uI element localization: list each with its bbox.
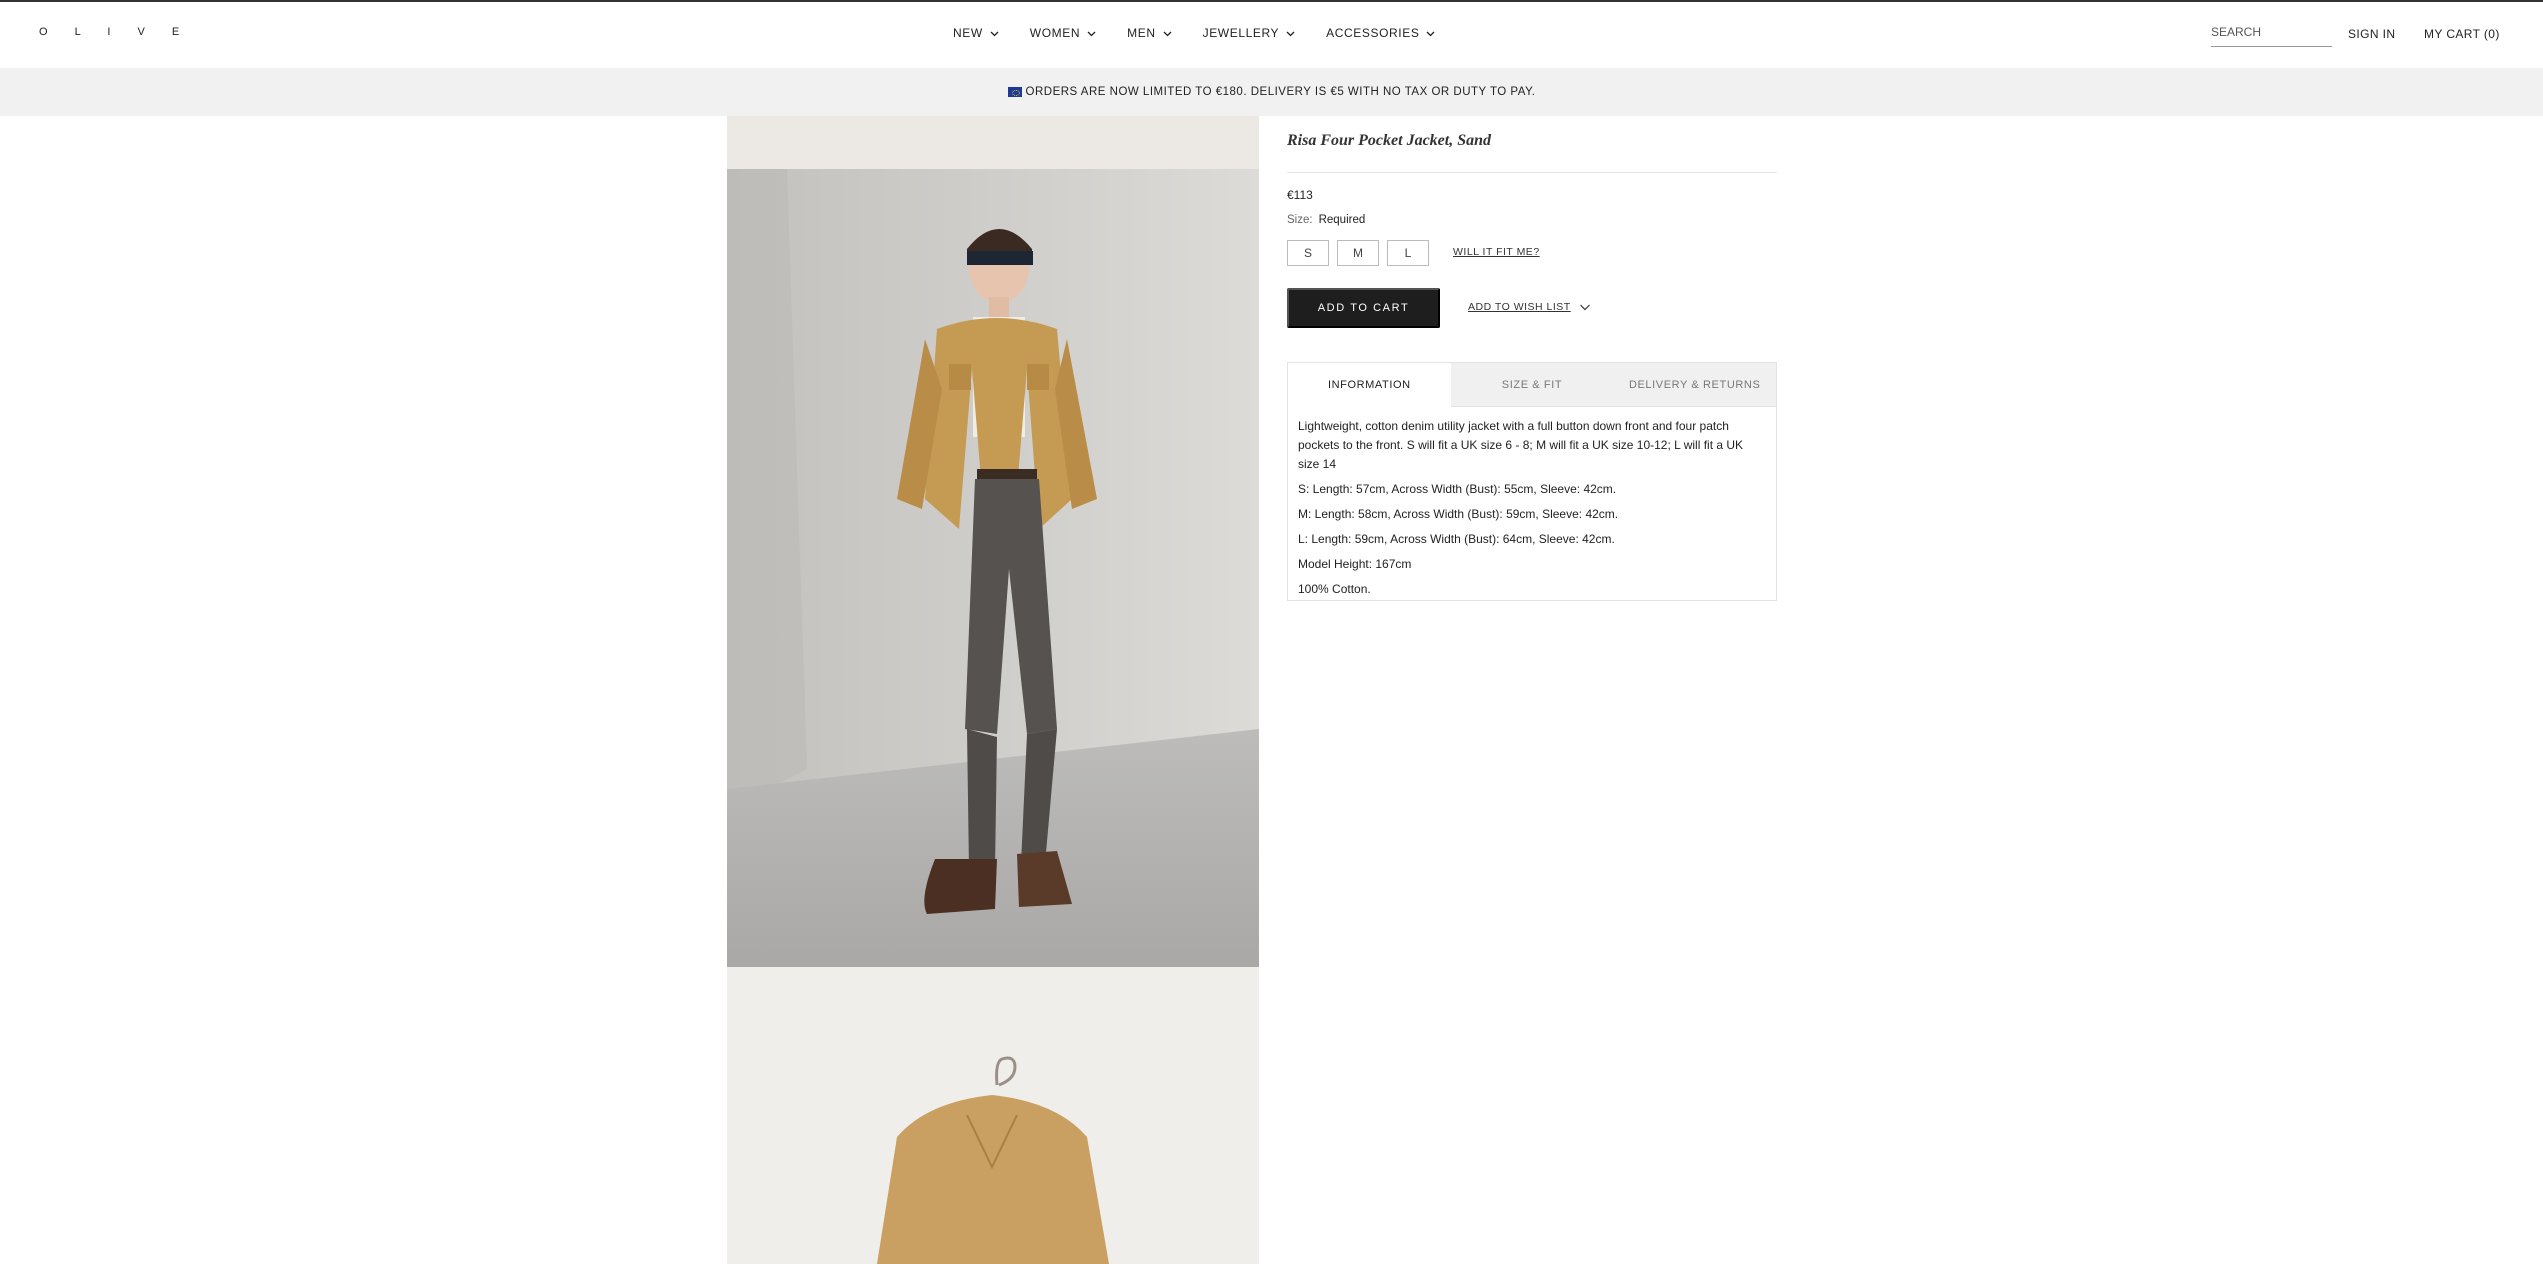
add-to-wishlist-button[interactable]: ADD TO WISH LIST (1468, 301, 1591, 313)
nav-item-label: NEW (953, 26, 983, 40)
size-label-row: Size: Required (1287, 214, 1365, 226)
announcement-text: ORDERS ARE NOW LIMITED TO €180. DELIVERY… (1025, 86, 1536, 98)
chevron-down-icon (1086, 28, 1097, 39)
nav-item-new[interactable]: NEW (953, 26, 1000, 40)
main-nav: NEW WOMEN MEN JEWELLERY ACCESSORIES (953, 26, 1466, 40)
size-option-s[interactable]: S (1287, 240, 1329, 266)
nav-item-jewellery[interactable]: JEWELLERY (1203, 26, 1297, 40)
product-image-main[interactable] (727, 169, 1259, 967)
chevron-down-icon (1579, 302, 1591, 312)
tab-information[interactable]: INFORMATION (1288, 363, 1451, 407)
nav-item-accessories[interactable]: ACCESSORIES (1326, 26, 1436, 40)
divider (1287, 172, 1777, 173)
size-required: Required (1318, 214, 1366, 226)
info-size-l: L: Length: 59cm, Across Width (Bust): 64… (1298, 532, 1615, 546)
size-option-l[interactable]: L (1387, 240, 1429, 266)
tab-size-fit[interactable]: SIZE & FIT (1450, 363, 1614, 407)
nav-item-label: WOMEN (1029, 26, 1081, 40)
site-header: O L I V E NEW WOMEN MEN JEWELLERY ACCESS… (0, 2, 2543, 68)
product-image-previous[interactable] (727, 116, 1259, 169)
site-logo[interactable]: O L I V E (39, 26, 191, 38)
jacket-on-hanger-photo (727, 967, 1259, 1264)
nav-item-label: JEWELLERY (1202, 26, 1280, 40)
eu-flag-icon (1007, 87, 1022, 97)
add-to-cart-button[interactable]: ADD TO CART (1287, 288, 1440, 328)
nav-item-men[interactable]: MEN (1127, 26, 1172, 40)
information-panel: Lightweight, cotton denim utility jacket… (1288, 407, 1776, 615)
tab-bar: INFORMATION SIZE & FIT DELIVERY & RETURN… (1288, 363, 1777, 407)
chevron-down-icon (1285, 28, 1296, 39)
my-cart-link[interactable]: MY CART (0) (2424, 27, 2500, 41)
info-size-s: S: Length: 57cm, Across Width (Bust): 55… (1298, 482, 1617, 496)
model-photo (727, 169, 1259, 967)
size-option-m[interactable]: M (1337, 240, 1379, 266)
chevron-down-icon (1162, 28, 1173, 39)
product-tabs: INFORMATION SIZE & FIT DELIVERY & RETURN… (1287, 362, 1777, 601)
announcement-bar: ORDERS ARE NOW LIMITED TO €180. DELIVERY… (0, 68, 2543, 116)
nav-item-women[interactable]: WOMEN (1030, 26, 1097, 40)
product-price: €113 (1287, 188, 1313, 202)
search-field (2211, 25, 2332, 47)
info-size-m: M: Length: 58cm, Across Width (Bust): 59… (1298, 507, 1619, 521)
nav-item-label: MEN (1127, 26, 1156, 40)
product-title: Risa Four Pocket Jacket, Sand (1287, 132, 1492, 149)
info-model-height: Model Height: 167cm (1298, 557, 1412, 571)
tab-delivery-returns[interactable]: DELIVERY & RETURNS (1613, 363, 1777, 407)
size-label: Size: (1287, 214, 1313, 226)
will-it-fit-link[interactable]: WILL IT FIT ME? (1453, 246, 1540, 258)
wishlist-label: ADD TO WISH LIST (1468, 301, 1571, 313)
size-options: S M L (1287, 240, 1429, 266)
sign-in-link[interactable]: SIGN IN (2348, 27, 2395, 41)
search-input[interactable] (2211, 25, 2332, 39)
product-image-secondary[interactable] (727, 967, 1259, 1264)
chevron-down-icon (1425, 28, 1436, 39)
info-composition: 100% Cotton. (1298, 582, 1371, 596)
chevron-down-icon (989, 28, 1000, 39)
info-description: Lightweight, cotton denim utility jacket… (1298, 419, 1744, 471)
nav-item-label: ACCESSORIES (1326, 26, 1420, 40)
